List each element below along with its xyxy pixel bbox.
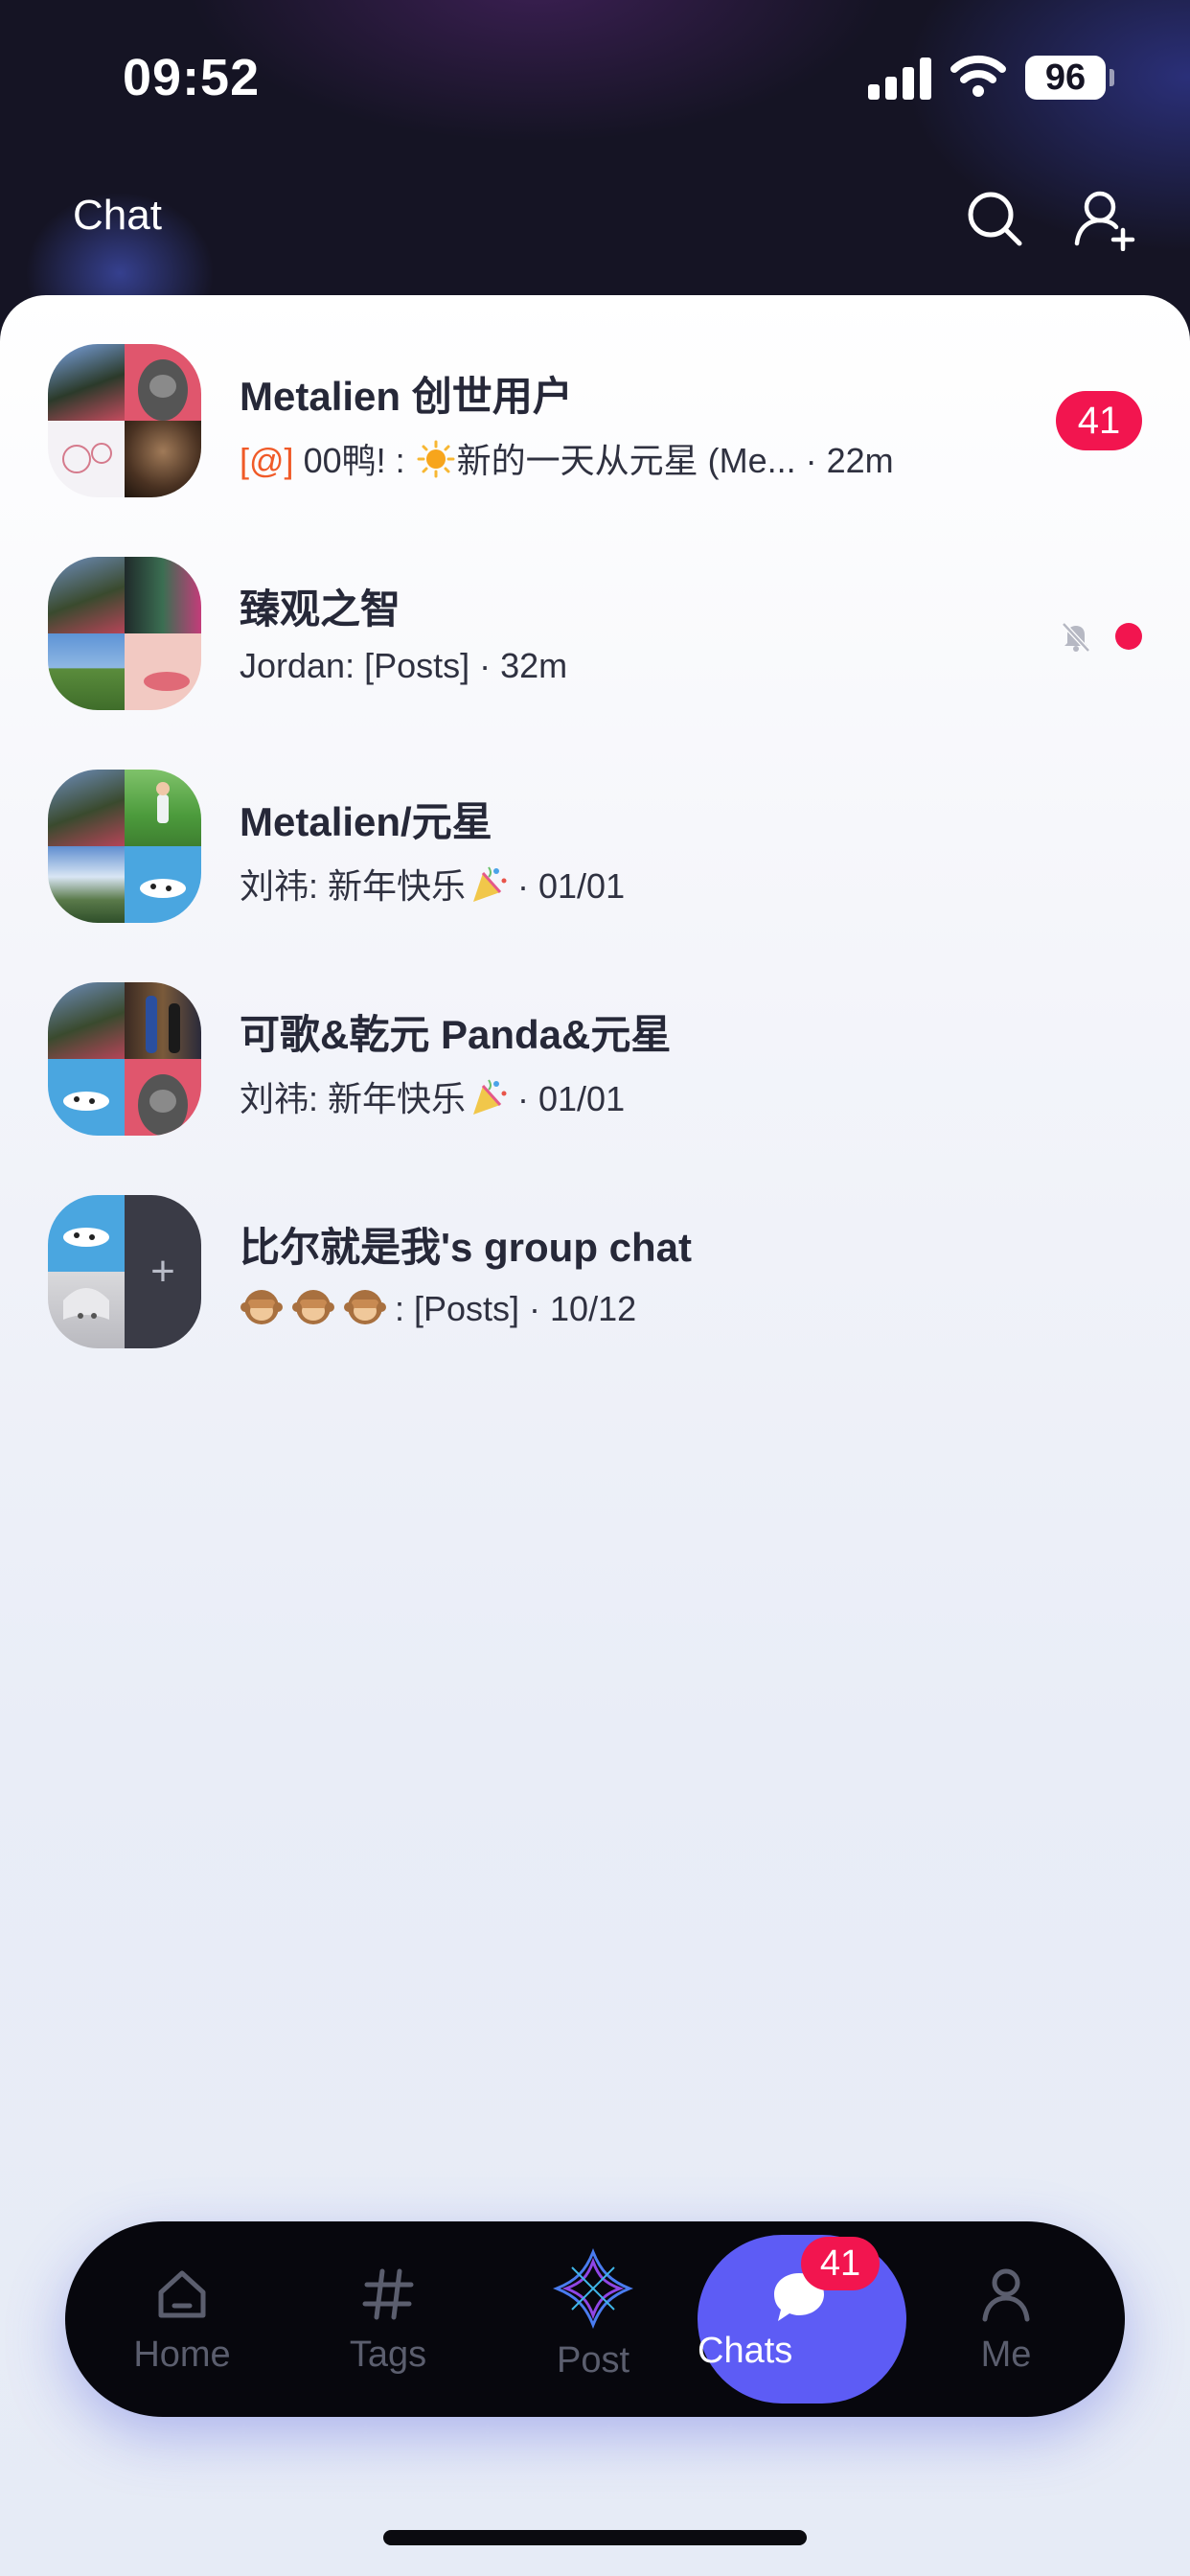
status-time: 09:52 [123, 49, 261, 106]
chat-name: Metalien 创世用户 [240, 374, 573, 419]
avatar-photo [48, 557, 125, 633]
avatar-photo [48, 1195, 125, 1272]
chat-name: Metalien/元星 [240, 799, 492, 844]
avatar-photo [125, 421, 201, 497]
unread-dot [1115, 623, 1142, 650]
hashtag-icon [362, 2268, 414, 2320]
chat-preview: [@] 00鸭! : 新的一天从元星 (Me... · 22m [240, 433, 894, 483]
group-avatar [48, 982, 201, 1136]
tab-label: Tags [349, 2334, 427, 2375]
page-title: Chat [73, 192, 162, 239]
chat-row-metalien-yuanxing[interactable]: Metalien/元星 刘祎: 新年快乐 · 01/01 [0, 721, 1190, 933]
avatar-photo [125, 1059, 201, 1136]
battery-indicator: 96 [1025, 56, 1106, 100]
preview-text: 刘祎: 新年快乐 [240, 866, 467, 906]
monkey-emoji-icon [344, 1290, 386, 1324]
avatar-photo [48, 846, 125, 923]
preview-text: : [Posts] [395, 1289, 520, 1328]
preview-text: 刘祎: 新年快乐 [240, 1079, 467, 1118]
avatar-photo [48, 633, 125, 710]
avatar-photo [125, 557, 201, 633]
home-icon [158, 2270, 206, 2318]
preview-text: 00鸭! : [293, 441, 415, 480]
tab-me[interactable]: Me [910, 2221, 1102, 2417]
group-avatar [48, 770, 201, 923]
chat-preview: 刘祎: 新年快乐 · 01/01 [240, 859, 625, 908]
avatar-photo [48, 421, 125, 497]
party-popper-emoji-icon [473, 1079, 507, 1115]
add-friend-icon[interactable] [1071, 188, 1138, 251]
avatar-photo [125, 982, 201, 1059]
mention-tag: [@] [240, 441, 294, 480]
cellular-signal-icon [868, 56, 931, 100]
party-popper-emoji-icon [473, 866, 507, 902]
chat-time: · 01/01 [508, 866, 626, 906]
bottom-tab-bar: Home Tags Post 41 Chats Me [65, 2221, 1125, 2417]
monkey-emoji-icon [292, 1290, 334, 1324]
avatar-photo [48, 982, 125, 1059]
preview-text: Jordan: [Posts] [240, 646, 470, 685]
wifi-icon [950, 55, 1006, 97]
unread-badge: 41 [1056, 391, 1142, 450]
chat-time: · 22m [795, 441, 894, 480]
chat-row-zhenguan[interactable]: 臻观之智 Jordan: [Posts] · 32m [0, 508, 1190, 721]
tab-chats[interactable]: 41 Chats [698, 2235, 906, 2404]
chat-row-kege-panda[interactable]: 可歌&乾元 Panda&元星 刘祎: 新年快乐 · 01/01 [0, 933, 1190, 1146]
tab-label: Home [133, 2334, 231, 2375]
chat-name: 可歌&乾元 Panda&元星 [240, 1012, 672, 1057]
chat-name: 比尔就是我's group chat [240, 1225, 693, 1270]
chat-preview: Jordan: [Posts] · 32m [240, 646, 567, 686]
home-indicator[interactable] [383, 2530, 807, 2545]
tab-post[interactable]: Post [497, 2221, 689, 2417]
group-avatar [48, 557, 201, 710]
search-icon[interactable] [964, 188, 1025, 249]
avatar-photo [125, 633, 201, 710]
sun-emoji-icon [417, 440, 455, 478]
avatar-photo [125, 846, 201, 923]
chats-badge: 41 [801, 2237, 880, 2290]
mute-icon [1062, 622, 1090, 653]
avatar-photo [48, 770, 125, 846]
chat-preview: 刘祎: 新年快乐 · 01/01 [240, 1071, 625, 1121]
add-member-icon: + [125, 1195, 201, 1348]
avatar-photo [48, 1059, 125, 1136]
avatar-photo [125, 770, 201, 846]
preview-text: 新的一天从元星 (Me... [456, 441, 796, 480]
tab-home[interactable]: Home [86, 2221, 278, 2417]
tab-tags[interactable]: Tags [292, 2221, 484, 2417]
status-bar: 09:52 96 [0, 0, 1190, 153]
chat-time: · 32m [469, 646, 568, 685]
chat-time: · 01/01 [508, 1079, 626, 1118]
avatar-photo [48, 1272, 125, 1348]
group-avatar [48, 344, 201, 497]
chat-row-metalien-genesis[interactable]: Metalien 创世用户 [@] 00鸭! : 新的一天从元星 (Me... … [0, 295, 1190, 508]
group-avatar: + [48, 1195, 201, 1348]
tab-label: Me [980, 2334, 1032, 2375]
chat-row-bill-group[interactable]: + 比尔就是我's group chat : [Posts] · 10/12 [0, 1146, 1190, 1359]
person-icon [982, 2268, 1030, 2322]
tab-label: Chats [698, 2331, 793, 2371]
chat-name: 臻观之智 [240, 586, 401, 632]
avatar-photo [48, 344, 125, 421]
chat-preview: : [Posts] · 10/12 [240, 1284, 636, 1329]
battery-nub [1110, 69, 1114, 86]
post-logo-icon [553, 2248, 633, 2329]
tab-label: Post [556, 2340, 630, 2380]
chat-time: · 10/12 [519, 1289, 637, 1328]
avatar-photo [125, 344, 201, 421]
monkey-emoji-icon [240, 1290, 283, 1324]
